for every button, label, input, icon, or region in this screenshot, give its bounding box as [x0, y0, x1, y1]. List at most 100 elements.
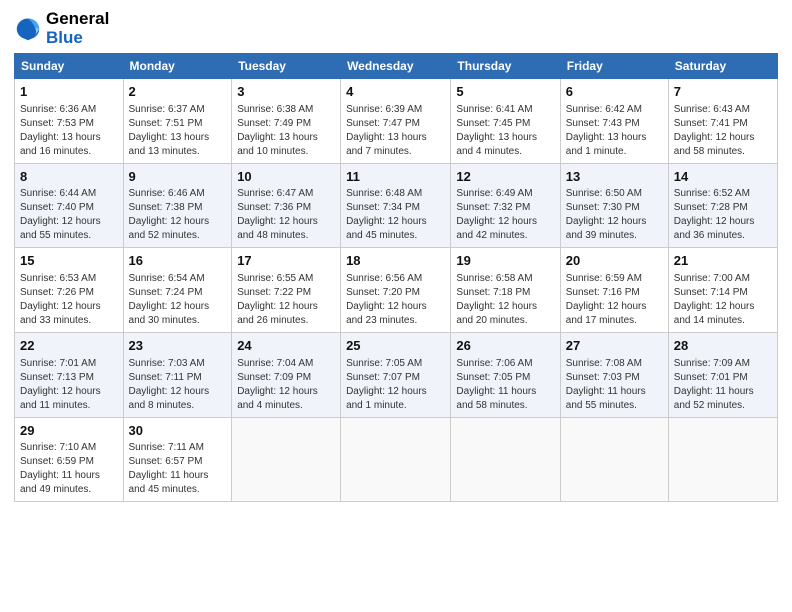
- day-number: 9: [129, 168, 227, 186]
- day-info: Sunrise: 6:47 AMSunset: 7:36 PMDaylight:…: [237, 187, 335, 243]
- calendar-cell: 25Sunrise: 7:05 AMSunset: 7:07 PMDayligh…: [341, 333, 451, 418]
- day-info-line: Sunrise: 6:46 AM: [129, 188, 205, 199]
- day-info-line: Sunset: 7:20 PM: [346, 287, 420, 298]
- header-day-thursday: Thursday: [451, 54, 560, 79]
- day-info: Sunrise: 6:43 AMSunset: 7:41 PMDaylight:…: [674, 103, 772, 159]
- week-row-3: 15Sunrise: 6:53 AMSunset: 7:26 PMDayligh…: [15, 248, 778, 333]
- day-number: 30: [129, 422, 227, 440]
- day-info-line: Sunrise: 7:08 AM: [566, 358, 642, 369]
- day-info: Sunrise: 7:03 AMSunset: 7:11 PMDaylight:…: [129, 357, 227, 413]
- day-info-line: Sunrise: 6:36 AM: [20, 104, 96, 115]
- day-info-line: and 1 minute.: [566, 146, 627, 157]
- header-day-tuesday: Tuesday: [232, 54, 341, 79]
- day-info-line: Daylight: 12 hours: [346, 386, 427, 397]
- day-info-line: Daylight: 12 hours: [20, 216, 101, 227]
- calendar-cell: 27Sunrise: 7:08 AMSunset: 7:03 PMDayligh…: [560, 333, 668, 418]
- calendar-cell: 14Sunrise: 6:52 AMSunset: 7:28 PMDayligh…: [668, 163, 777, 248]
- day-info-line: and 10 minutes.: [237, 146, 308, 157]
- day-info-line: Sunset: 7:34 PM: [346, 202, 420, 213]
- header-day-saturday: Saturday: [668, 54, 777, 79]
- day-info-line: Daylight: 13 hours: [346, 132, 427, 143]
- day-info-line: Sunset: 7:30 PM: [566, 202, 640, 213]
- day-info-line: Daylight: 11 hours: [129, 470, 209, 481]
- day-number: 5: [456, 83, 554, 101]
- day-number: 21: [674, 252, 772, 270]
- day-info: Sunrise: 6:55 AMSunset: 7:22 PMDaylight:…: [237, 272, 335, 328]
- day-info-line: Sunrise: 7:00 AM: [674, 273, 750, 284]
- logo-blue: Blue: [46, 28, 83, 47]
- day-info-line: Daylight: 12 hours: [346, 216, 427, 227]
- day-info-line: Sunset: 7:32 PM: [456, 202, 530, 213]
- day-info-line: Daylight: 12 hours: [674, 216, 755, 227]
- calendar-cell: 18Sunrise: 6:56 AMSunset: 7:20 PMDayligh…: [341, 248, 451, 333]
- calendar-cell: 2Sunrise: 6:37 AMSunset: 7:51 PMDaylight…: [123, 79, 232, 164]
- day-info-line: Sunrise: 7:03 AM: [129, 358, 205, 369]
- day-info-line: Sunrise: 7:10 AM: [20, 442, 96, 453]
- day-info: Sunrise: 6:56 AMSunset: 7:20 PMDaylight:…: [346, 272, 445, 328]
- calendar-cell: 23 Sunrise: 7:03 AMSunset: 7:11 PMDayligh…: [123, 333, 232, 418]
- day-info: Sunrise: 6:38 AMSunset: 7:49 PMDaylight:…: [237, 103, 335, 159]
- day-number: 29: [20, 422, 118, 440]
- day-number: 4: [346, 83, 445, 101]
- header-day-wednesday: Wednesday: [341, 54, 451, 79]
- day-info: Sunrise: 7:00 AMSunset: 7:14 PMDaylight:…: [674, 272, 772, 328]
- logo-icon: [14, 15, 42, 43]
- calendar-cell: 26Sunrise: 7:06 AMSunset: 7:05 PMDayligh…: [451, 333, 560, 418]
- calendar-cell: 22Sunrise: 7:01 AMSunset: 7:13 PMDayligh…: [15, 333, 124, 418]
- day-info-line: Sunset: 7:26 PM: [20, 287, 94, 298]
- day-info: Sunrise: 6:39 AM Sunset: 7:47 PM Daylight:…: [346, 103, 445, 159]
- day-number: 28: [674, 337, 772, 355]
- day-info-line: Sunset: 7:47 PM: [346, 118, 420, 129]
- day-info: Sunrise: 6:36 AMSunset: 7:53 PMDaylight:…: [20, 103, 118, 159]
- day-info: Sunrise: 7:04 AMSunset: 7:09 PMDaylight:…: [237, 357, 335, 413]
- day-info-line: Daylight: 13 hours: [566, 132, 647, 143]
- day-info: Sunrise: 6:58 AMSunset: 7:18 PMDaylight:…: [456, 272, 554, 328]
- day-info: Sunrise: 6:41 AMSunset: 7:45 PMDaylight:…: [456, 103, 554, 159]
- day-info-line: Daylight: 12 hours: [237, 301, 318, 312]
- day-number: 26: [456, 337, 554, 355]
- day-info-line: and 55 minutes.: [566, 400, 637, 411]
- day-info-line: Sunset: 7:41 PM: [674, 118, 748, 129]
- day-info-line: and 4 minutes.: [237, 400, 303, 411]
- day-info-line: and 45 minutes.: [129, 484, 200, 495]
- day-info: Sunrise: 6:49 AMSunset: 7:32 PMDaylight:…: [456, 187, 554, 243]
- day-info: Sunrise: 6:46 AMSunset: 7:38 PMDaylight:…: [129, 187, 227, 243]
- day-info-line: Sunrise: 6:39 AM: [346, 104, 422, 115]
- day-info-line: Sunrise: 6:47 AM: [237, 188, 313, 199]
- calendar-cell: 13Sunrise: 6:50 AMSunset: 7:30 PMDayligh…: [560, 163, 668, 248]
- calendar-cell: [232, 417, 341, 502]
- day-info-line: and 48 minutes.: [237, 230, 308, 241]
- day-info-line: Sunrise: 6:43 AM: [674, 104, 750, 115]
- day-number: 17: [237, 252, 335, 270]
- day-number: 23: [129, 337, 227, 355]
- calendar-cell: 30Sunrise: 7:11 AMSunset: 6:57 PMDayligh…: [123, 417, 232, 502]
- day-info: Sunrise: 7:08 AMSunset: 7:03 PMDaylight:…: [566, 357, 663, 413]
- day-info-line: Sunrise: 7:09 AM: [674, 358, 750, 369]
- day-info-line: Sunset: 7:07 PM: [346, 372, 420, 383]
- day-info-line: Sunset: 7:49 PM: [237, 118, 311, 129]
- day-info-line: Sunrise: 6:44 AM: [20, 188, 96, 199]
- day-info-line: Sunrise: 7:11 AM: [129, 442, 204, 453]
- day-info-line: and 58 minutes.: [674, 146, 745, 157]
- day-number: 24: [237, 337, 335, 355]
- calendar-header: SundayMondayTuesdayWednesdayThursdayFrid…: [15, 54, 778, 79]
- day-info-line: Sunrise: 6:59 AM: [566, 273, 642, 284]
- day-info-line: Sunset: 7:03 PM: [566, 372, 640, 383]
- calendar-cell: 29Sunrise: 7:10 AMSunset: 6:59 PMDayligh…: [15, 417, 124, 502]
- calendar-cell: 6Sunrise: 6:42 AMSunset: 7:43 PMDaylight…: [560, 79, 668, 164]
- logo-text: General Blue: [46, 10, 109, 47]
- day-info: Sunrise: 6:59 AMSunset: 7:16 PMDaylight:…: [566, 272, 663, 328]
- logo: General Blue: [14, 10, 109, 47]
- day-info-line: Daylight: 12 hours: [20, 301, 101, 312]
- calendar-cell: 3Sunrise: 6:38 AMSunset: 7:49 PMDaylight…: [232, 79, 341, 164]
- day-info-line: and 8 minutes.: [129, 400, 195, 411]
- day-info: Sunrise: 6:37 AMSunset: 7:51 PMDaylight:…: [129, 103, 227, 159]
- day-info-line: and 13 minutes.: [129, 146, 200, 157]
- day-info-line: Daylight: 12 hours: [237, 386, 318, 397]
- day-info-line: and 16 minutes.: [20, 146, 91, 157]
- day-info-line: Sunrise: 7:04 AM: [237, 358, 313, 369]
- calendar-cell: 28Sunrise: 7:09 AMSunset: 7:01 PMDayligh…: [668, 333, 777, 418]
- day-info-line: and 52 minutes.: [129, 230, 200, 241]
- day-info-line: Sunrise: 6:48 AM: [346, 188, 422, 199]
- day-info-line: Sunrise: 6:56 AM: [346, 273, 422, 284]
